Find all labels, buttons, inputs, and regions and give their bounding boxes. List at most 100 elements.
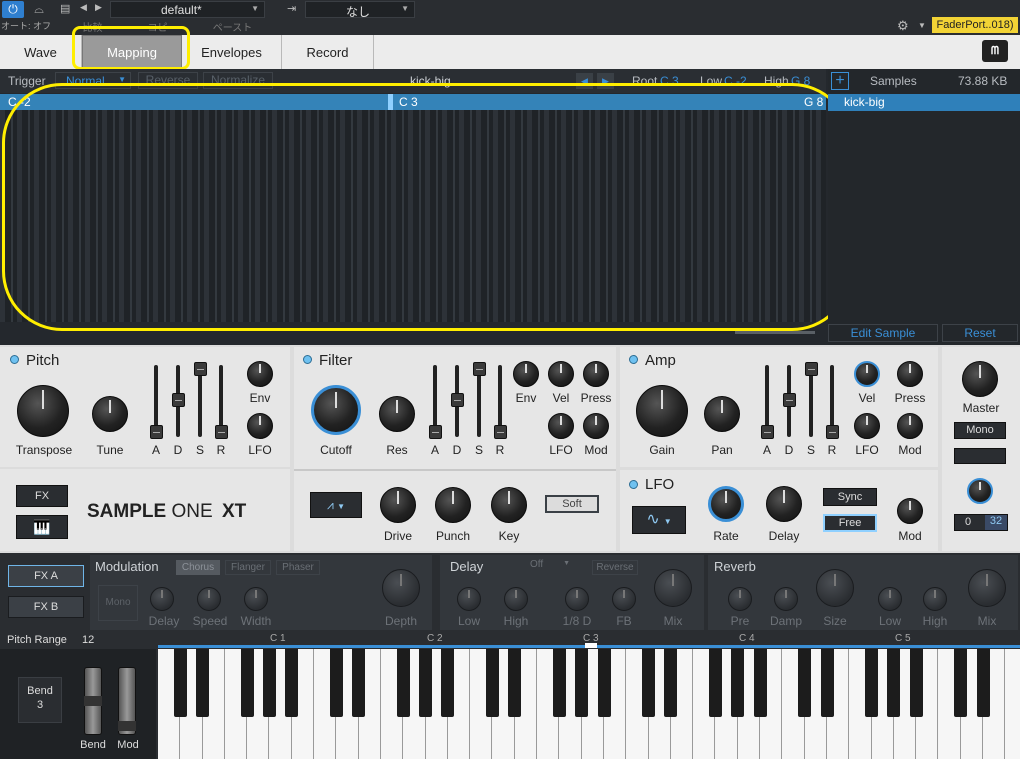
- tab-envelopes[interactable]: Envelopes: [182, 35, 282, 69]
- preset-selector[interactable]: default* ▼: [110, 1, 265, 18]
- control-link-device[interactable]: FaderPort..018): [932, 17, 1018, 33]
- black-key[interactable]: [552, 649, 566, 717]
- filter-vel-knob[interactable]: [548, 361, 574, 387]
- res-knob[interactable]: [379, 396, 415, 432]
- delay-low-knob[interactable]: [457, 587, 481, 611]
- mod-mono-button[interactable]: Mono: [98, 585, 138, 621]
- pan-knob[interactable]: [704, 396, 740, 432]
- delay-high-knob[interactable]: [504, 587, 528, 611]
- free-button[interactable]: Free: [823, 514, 877, 532]
- list-item[interactable]: kick-big: [828, 94, 1020, 111]
- chorus-tab[interactable]: Chorus: [176, 560, 220, 575]
- reverb-damp-knob[interactable]: [774, 587, 798, 611]
- sidechain-selector[interactable]: なし ▼: [305, 1, 415, 19]
- black-key[interactable]: [709, 649, 722, 717]
- pitch-decay-handle[interactable]: [172, 393, 185, 407]
- preset-file-icon[interactable]: ▤: [60, 2, 74, 16]
- drive-knob[interactable]: [380, 487, 416, 523]
- black-key[interactable]: [820, 649, 834, 717]
- filter-type-select[interactable]: ⩘ ▼: [310, 492, 362, 518]
- filter-enable-led[interactable]: [303, 355, 312, 364]
- fx-b-button[interactable]: FX B: [8, 596, 84, 618]
- punch-knob[interactable]: [435, 487, 471, 523]
- black-key[interactable]: [196, 649, 210, 717]
- sync-button[interactable]: Sync: [823, 488, 877, 506]
- black-key[interactable]: [352, 649, 366, 717]
- chevron-down-icon[interactable]: ▼: [918, 21, 926, 30]
- voices-range[interactable]: 0 32: [954, 514, 1008, 531]
- reverb-high-knob[interactable]: [923, 587, 947, 611]
- filter-sustain-handle[interactable]: [473, 362, 486, 376]
- auto-off-label[interactable]: オート: オフ: [0, 19, 52, 33]
- black-key[interactable]: [887, 649, 901, 717]
- flanger-tab[interactable]: Flanger: [225, 560, 271, 575]
- amp-attack-handle[interactable]: [761, 425, 774, 439]
- filter-release-handle[interactable]: [494, 425, 507, 439]
- filter-attack-handle[interactable]: [429, 425, 442, 439]
- key-knob[interactable]: [491, 487, 527, 523]
- lfo-delay-knob[interactable]: [766, 486, 802, 522]
- pitch-enable-led[interactable]: [10, 355, 19, 364]
- black-key[interactable]: [285, 649, 299, 717]
- filter-press-knob[interactable]: [583, 361, 609, 387]
- gain-knob[interactable]: [636, 385, 688, 437]
- paste-button[interactable]: ペースト: [200, 19, 265, 34]
- tab-wave[interactable]: Wave: [0, 35, 82, 69]
- fx-a-button[interactable]: FX A: [8, 565, 84, 587]
- black-key[interactable]: [642, 649, 656, 717]
- black-key[interactable]: [954, 649, 968, 717]
- keyboard-view-button[interactable]: 🎹: [16, 515, 68, 539]
- piano-keyboard[interactable]: [158, 649, 1020, 759]
- soft-toggle[interactable]: Soft: [545, 495, 599, 513]
- cutoff-knob[interactable]: [311, 385, 361, 435]
- reverb-size-knob[interactable]: [816, 569, 854, 607]
- amp-lfo-knob[interactable]: [854, 413, 880, 439]
- mono-button[interactable]: Mono: [954, 422, 1006, 439]
- power-button[interactable]: ⏻: [2, 1, 24, 18]
- black-key[interactable]: [753, 649, 767, 717]
- depth-knob[interactable]: [382, 569, 420, 607]
- add-sample-button[interactable]: +: [831, 72, 849, 90]
- edit-sample-button[interactable]: Edit Sample: [828, 324, 938, 342]
- black-key[interactable]: [419, 649, 433, 717]
- black-key[interactable]: [508, 649, 522, 717]
- filter-env-knob[interactable]: [513, 361, 539, 387]
- lfo-mod-knob[interactable]: [897, 498, 923, 524]
- black-key[interactable]: [329, 649, 343, 717]
- bend-range-box[interactable]: Bend 3: [18, 677, 62, 723]
- prev-preset-icon[interactable]: ◀: [80, 2, 87, 13]
- delay-mix-knob[interactable]: [654, 569, 692, 607]
- black-key[interactable]: [486, 649, 499, 717]
- pitch-attack-handle[interactable]: [150, 425, 163, 439]
- lfo-enable-led[interactable]: [629, 480, 638, 489]
- amp-release-handle[interactable]: [826, 425, 839, 439]
- pitch-env-knob[interactable]: [247, 361, 273, 387]
- amp-vel-knob[interactable]: [854, 361, 880, 387]
- amp-sustain-handle[interactable]: [805, 362, 818, 376]
- black-key[interactable]: [976, 649, 990, 717]
- black-key[interactable]: [909, 649, 923, 717]
- delay-mode-select[interactable]: Off ▼: [516, 559, 574, 574]
- black-key[interactable]: [798, 649, 812, 717]
- mod-delay-knob[interactable]: [150, 587, 174, 611]
- filter-lfo-knob[interactable]: [548, 413, 574, 439]
- black-key[interactable]: [575, 649, 589, 717]
- glide-display[interactable]: [954, 448, 1006, 464]
- pitch-sustain-handle[interactable]: [194, 362, 207, 376]
- reverb-pre-knob[interactable]: [728, 587, 752, 611]
- zoom-scrollbar[interactable]: [735, 331, 815, 334]
- sidechain-icon[interactable]: ⇥: [287, 2, 296, 15]
- pitch-lfo-knob[interactable]: [247, 413, 273, 439]
- amp-press-knob[interactable]: [897, 361, 923, 387]
- transpose-knob[interactable]: [17, 385, 69, 437]
- black-key[interactable]: [173, 649, 187, 717]
- black-key[interactable]: [396, 649, 410, 717]
- delay-fb-knob[interactable]: [612, 587, 636, 611]
- black-key[interactable]: [664, 649, 678, 717]
- lfo-shape-select[interactable]: ∿ ▼: [632, 506, 686, 534]
- reverb-low-knob[interactable]: [878, 587, 902, 611]
- width-knob[interactable]: [244, 587, 268, 611]
- next-preset-icon[interactable]: ▶: [95, 2, 102, 13]
- fx-view-button[interactable]: FX: [16, 485, 68, 507]
- amp-enable-led[interactable]: [629, 355, 638, 364]
